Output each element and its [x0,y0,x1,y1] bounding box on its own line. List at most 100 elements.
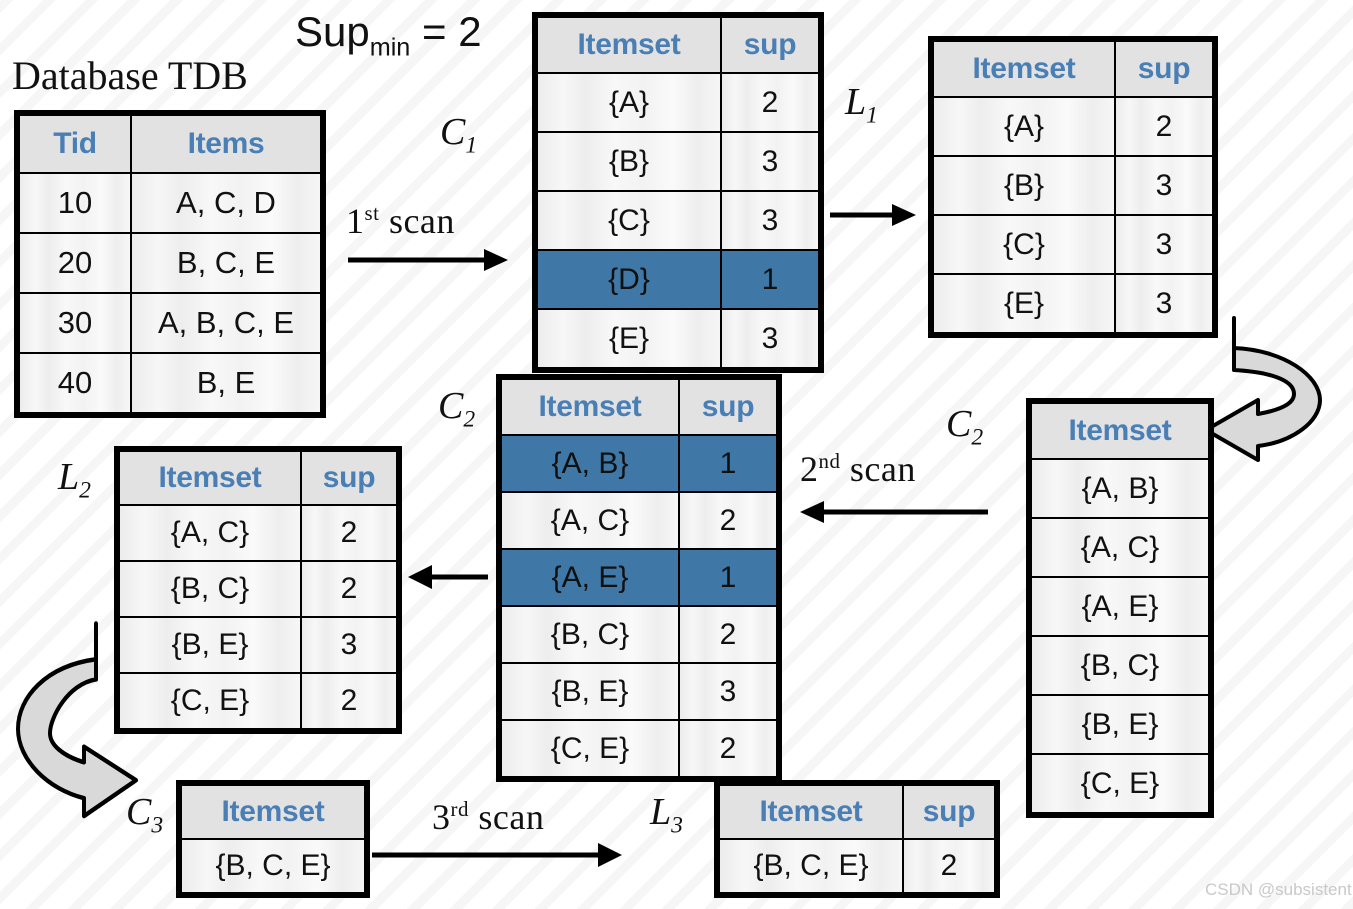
c2-candidates-cell-itemset: {B, E} [1030,694,1210,755]
c2-counted-cell-sup: 2 [678,491,778,550]
table-header-row: Itemset sup [932,40,1214,98]
tdb-header-tid: Tid [18,114,132,174]
l1-cell-sup: 2 [1114,96,1214,157]
table-row: {A, C} 2 [500,491,778,550]
l2-label: L2 [58,455,91,505]
database-tdb-title: Database TDB [12,53,248,98]
l3-table: Itemset sup {B, C, E} 2 [714,780,1000,898]
c2-candidates-cell-itemset: {A, B} [1030,458,1210,519]
l1-table: Itemset sup {A} 2 {B} 3 {C} 3 {E} 3 [928,36,1218,338]
l3-table-body: {B, C, E} 2 [718,838,996,894]
scan3-number: 3 [432,797,451,837]
l1-cell-itemset: {A} [932,96,1116,157]
table-row-pruned: {A, B} 1 [500,434,778,493]
table-row: {A} 2 [536,72,820,133]
l2-cell-itemset: {A, C} [118,504,302,562]
c1-table-body: {A} 2 {B} 3 {C} 3 {D} 1 {E} 3 [536,72,820,369]
c3-header-itemset: Itemset [180,784,366,840]
scan2-label: 2nd scan [800,448,916,490]
scan3-ordinal: rd [450,797,469,821]
table-row: {E} 3 [536,308,820,369]
scan1-number: 1 [346,201,365,241]
c2-candidates-table-body: {A, B} {A, C} {A, E} {B, C} {B, E} {C, E… [1030,458,1210,814]
c2-candidates-label-subscript: 2 [971,424,984,451]
l1-to-c2-curved-arrow-icon [1196,296,1348,468]
c1-table-wrapper: Itemset sup {A} 2 {B} 3 {C} 3 {D} 1 {E} … [532,12,824,373]
sup-min-subscript: min [369,33,411,62]
c2-counted-cell-itemset: {A, E} [500,548,680,607]
scan3-word: scan [468,797,545,837]
table-row: {E} 3 [932,273,1214,334]
l3-label-text: L [650,791,672,833]
tdb-cell-tid: 20 [18,232,132,294]
table-row: {B, C} 2 [500,605,778,664]
c2-counted-table-body: {A, B} 1 {A, C} 2 {A, E} 1 {B, C} 2 {B, … [500,434,778,778]
l1-cell-itemset: {E} [932,273,1116,334]
l3-label-subscript: 3 [671,812,683,839]
scan1-arrow-icon [348,245,508,275]
table-row: {B, C, E} 2 [718,838,996,894]
table-header-row: Itemset [1030,402,1210,460]
scan3-arrow-icon [372,840,622,870]
table-row: {C} 3 [932,214,1214,275]
scan1-word: scan [379,201,455,241]
l2-label-subscript: 2 [79,477,91,504]
scan2-ordinal: nd [818,449,841,473]
table-row: {A, C} 2 [118,504,398,562]
c1-label: C1 [440,110,477,160]
l1-cell-sup: 3 [1114,214,1214,275]
table-row: {B} 3 [932,155,1214,216]
c2-counted-header-itemset: Itemset [500,378,680,436]
l1-cell-itemset: {C} [932,214,1116,275]
c2-candidates-table-wrapper: Itemset {A, B} {A, C} {A, E} {B, C} {B, … [1026,398,1214,818]
l1-label-text: L [845,81,867,123]
c1-cell-itemset: {A} [536,72,722,133]
c3-table-body: {B, C, E} [180,838,366,894]
tdb-cell-tid: 10 [18,172,132,234]
table-row: 10 A, C, D [18,172,322,234]
tdb-cell-tid: 40 [18,352,132,414]
c2-candidates-cell-itemset: {C, E} [1030,753,1210,814]
l2-cell-sup: 2 [300,504,398,562]
c2-candidates-table: Itemset {A, B} {A, C} {A, E} {B, C} {B, … [1026,398,1214,818]
c2-counted-cell-itemset: {B, C} [500,605,680,664]
table-row: {B, E} 3 [118,616,398,674]
c2-counted-cell-sup: 1 [678,434,778,493]
c2-counted-cell-sup: 1 [678,548,778,607]
table-header-row: Itemset [180,784,366,840]
l2-table: Itemset sup {A, C} 2 {B, C} 2 {B, E} 3 {… [114,446,402,734]
scan3-label: 3rd scan [432,796,544,838]
table-header-row: Itemset sup [536,16,820,74]
c1-cell-sup: 3 [720,131,820,192]
c2-candidates-cell-itemset: {B, C} [1030,635,1210,696]
table-row: {B, C} 2 [118,560,398,618]
l1-header-sup: sup [1114,40,1214,98]
c1-header-sup: sup [720,16,820,74]
table-row: {B} 3 [536,131,820,192]
l2-header-itemset: Itemset [118,450,302,506]
l3-label: L3 [650,790,683,840]
tdb-table: Tid Items 10 A, C, D 20 B, C, E 30 A, B,… [14,110,326,418]
table-row: {C} 3 [536,190,820,251]
l3-cell-itemset: {B, C, E} [718,838,904,894]
table-row: {A} 2 [932,96,1214,157]
table-row: {B, E} 3 [500,662,778,721]
table-header-row: Itemset sup [500,378,778,436]
scan2-word: scan [840,449,916,489]
tdb-cell-items: B, C, E [130,232,322,294]
c2-candidates-label: C2 [946,402,983,452]
tdb-cell-items: A, B, C, E [130,292,322,354]
c2-counted-label-subscript: 2 [463,406,476,433]
l2-cell-sup: 2 [300,672,398,730]
c2-candidates-cell-itemset: {A, C} [1030,517,1210,578]
c1-label-text: C [440,111,466,153]
c1-table: Itemset sup {A} 2 {B} 3 {C} 3 {D} 1 {E} … [532,12,824,373]
c3-table-wrapper: Itemset {B, C, E} [176,780,370,898]
l2-label-text: L [58,456,80,498]
c2-candidates-header-itemset: Itemset [1030,402,1210,460]
table-row: {C, E} 2 [500,719,778,778]
table-header-row: Itemset sup [718,784,996,840]
sup-min-value: = 2 [422,8,482,55]
l2-table-wrapper: Itemset sup {A, C} 2 {B, C} 2 {B, E} 3 {… [114,446,402,734]
c1-cell-itemset: {C} [536,190,722,251]
